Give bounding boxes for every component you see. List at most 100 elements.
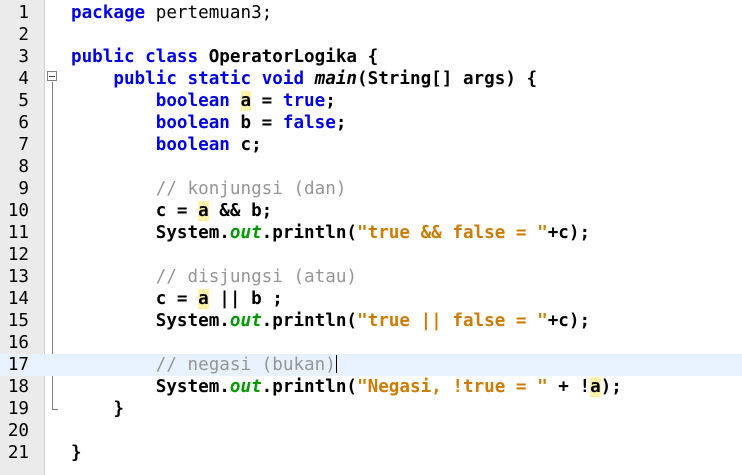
- code-token: System.: [71, 311, 230, 331]
- code-token: .println(: [261, 311, 358, 331]
- code-token: static: [187, 69, 252, 89]
- line-number: 7: [18, 135, 29, 155]
- code-line[interactable]: 11 System.out.println("true && false = "…: [0, 222, 742, 244]
- code-text: System.out.println("Negasi, !true = " + …: [71, 376, 622, 398]
- code-line[interactable]: 16: [0, 332, 742, 354]
- line-number: 21: [7, 443, 29, 463]
- code-line[interactable]: 13 // disjungsi (atau): [0, 266, 742, 288]
- code-token: main: [314, 69, 358, 89]
- line-number: 8: [18, 157, 29, 177]
- code-line[interactable]: 14 c = a || b ;: [0, 288, 742, 310]
- line-number: 2: [18, 25, 29, 45]
- code-token: boolean: [155, 135, 230, 155]
- code-line[interactable]: 20: [0, 420, 742, 442]
- line-number: 18: [7, 377, 29, 397]
- text-caret: [335, 355, 337, 373]
- code-token: void: [261, 69, 305, 89]
- code-line[interactable]: 2: [0, 24, 742, 46]
- code-token: a: [198, 201, 209, 221]
- code-text: // konjungsi (dan): [71, 178, 347, 200]
- line-number: 5: [18, 91, 29, 111]
- code-line[interactable]: 17 // negasi (bukan): [0, 354, 742, 376]
- line-number: 9: [18, 179, 29, 199]
- code-token: .println(: [261, 377, 358, 397]
- code-token: System.: [71, 223, 230, 243]
- code-line[interactable]: 19 }: [0, 398, 742, 420]
- code-token: b =: [229, 113, 283, 133]
- line-number: 6: [18, 113, 29, 133]
- code-token: (String[] args) {: [357, 69, 538, 89]
- code-token: }: [71, 399, 124, 419]
- code-editor[interactable]: 1 package pertemuan3; 2 3 public class Opera…: [0, 0, 742, 475]
- code-token: // disjungsi (atau): [155, 267, 358, 287]
- code-text: boolean b = false;: [71, 112, 347, 134]
- code-token: public: [113, 69, 177, 89]
- code-line[interactable]: 15 System.out.println("true || false = "…: [0, 310, 742, 332]
- line-number: 10: [7, 201, 29, 221]
- line-number: 20: [7, 421, 29, 441]
- code-token: "true || false = ": [357, 311, 548, 331]
- code-token: class: [145, 47, 199, 67]
- code-token: // konjungsi (dan): [155, 179, 347, 199]
- code-token: System.: [71, 377, 230, 397]
- code-line[interactable]: 4 public static void main(String[] args)…: [0, 68, 742, 90]
- code-token: // negasi (bukan): [155, 355, 336, 375]
- code-line[interactable]: 3 public class OperatorLogika {: [0, 46, 742, 68]
- code-token: && b;: [208, 201, 273, 221]
- code-token: +c);: [547, 311, 591, 331]
- code-line[interactable]: 18 System.out.println("Negasi, !true = "…: [0, 376, 742, 398]
- code-text: package pertemuan3;: [71, 2, 272, 24]
- line-number: 17: [7, 355, 29, 375]
- code-token: "true && false = ": [357, 223, 548, 243]
- code-token: c =: [71, 289, 199, 309]
- line-number: 12: [7, 245, 29, 265]
- code-line[interactable]: 1 package pertemuan3;: [0, 2, 742, 24]
- code-token: || b ;: [208, 289, 283, 309]
- code-line[interactable]: 7 boolean c;: [0, 134, 742, 156]
- code-token: a: [198, 289, 209, 309]
- line-number: 15: [7, 311, 29, 331]
- code-text: c = a && b;: [71, 200, 272, 222]
- code-text: boolean a = true;: [71, 90, 336, 112]
- line-number: 13: [7, 267, 29, 287]
- code-line[interactable]: 10 c = a && b;: [0, 200, 742, 222]
- code-token: boolean: [155, 91, 230, 111]
- code-token: out: [229, 377, 262, 397]
- code-token: OperatorLogika {: [198, 47, 379, 67]
- code-token: out: [229, 223, 262, 243]
- code-token: "Negasi, !true = ": [357, 377, 548, 397]
- code-token: true: [282, 91, 326, 111]
- code-token: a: [240, 91, 252, 111]
- line-number: 19: [7, 399, 29, 419]
- code-token: );: [600, 377, 622, 397]
- code-text: System.out.println("true && false = "+c)…: [71, 222, 590, 244]
- code-token: a: [590, 377, 601, 397]
- code-line[interactable]: 8: [0, 156, 742, 178]
- code-text: }: [71, 398, 124, 420]
- code-token: package: [71, 3, 146, 23]
- code-line[interactable]: 6 boolean b = false;: [0, 112, 742, 134]
- code-line[interactable]: 21}: [0, 442, 742, 464]
- line-number: 11: [7, 223, 29, 243]
- code-line[interactable]: 5 boolean a = true;: [0, 90, 742, 112]
- code-text: public static void main(String[] args) {: [71, 68, 537, 90]
- code-text: System.out.println("true || false = "+c)…: [71, 310, 590, 332]
- line-number: 3: [18, 47, 29, 67]
- code-token: + !: [547, 377, 591, 397]
- code-token: ;: [325, 91, 336, 111]
- code-line[interactable]: 9 // konjungsi (dan): [0, 178, 742, 200]
- code-token: .println(: [261, 223, 358, 243]
- code-token: +c);: [547, 223, 591, 243]
- code-token: c =: [71, 201, 199, 221]
- code-line[interactable]: 12: [0, 244, 742, 266]
